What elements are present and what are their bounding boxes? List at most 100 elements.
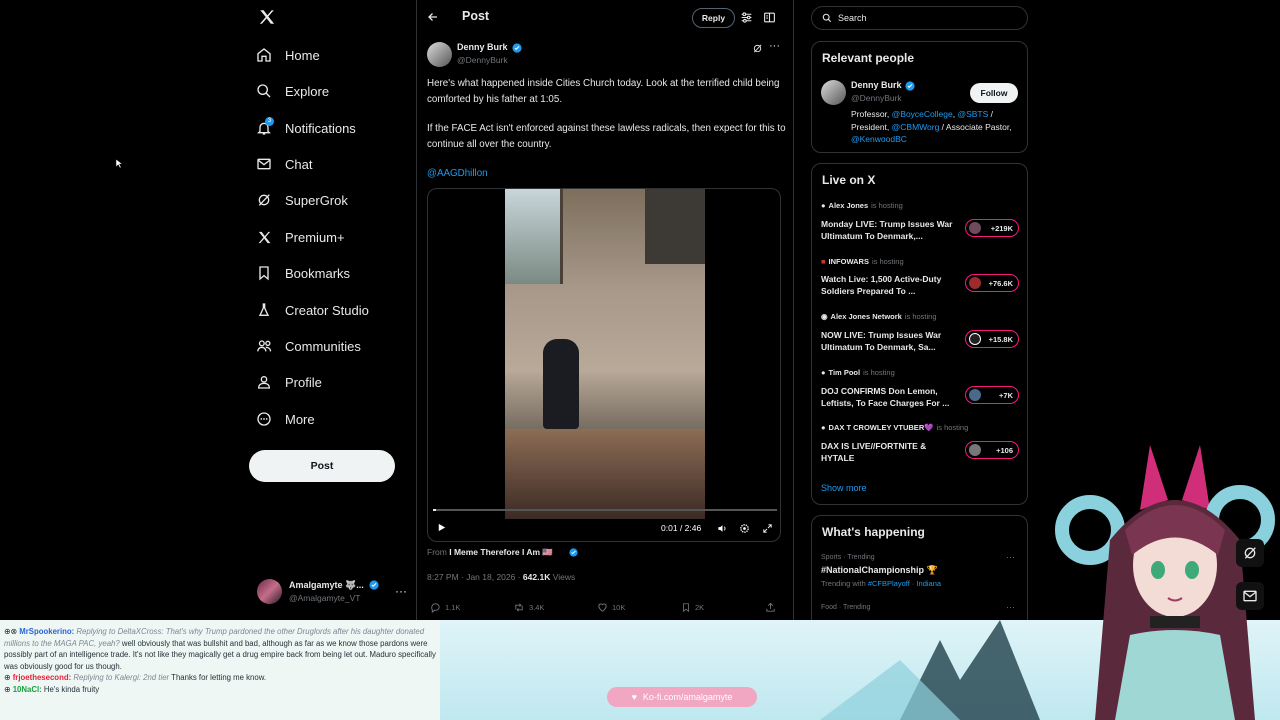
nav-label: SuperGrok: [285, 192, 348, 208]
volume-icon[interactable]: [717, 523, 728, 534]
grok-icon[interactable]: [1236, 539, 1264, 567]
nav-item-communities[interactable]: Communities: [255, 333, 361, 359]
live-title[interactable]: Watch Live: 1,500 Active-Duty Soldiers P…: [821, 273, 961, 297]
reply-action[interactable]: 1.1K: [430, 602, 460, 613]
live-title[interactable]: NOW LIVE: Trump Issues War Ultimatum To …: [821, 329, 961, 353]
settings-icon[interactable]: [739, 523, 750, 534]
listener-count[interactable]: +219K: [965, 219, 1019, 237]
grok-icon[interactable]: [752, 43, 763, 54]
live-host[interactable]: ◉ Alex Jones Network is hosting: [821, 312, 937, 321]
live-title[interactable]: DOJ CONFIRMS Don Lemon, Leftists, To Fac…: [821, 385, 961, 409]
live-host[interactable]: ■ INFOWARS is hosting: [821, 257, 904, 266]
video-progress-fill: [433, 509, 437, 511]
search-box[interactable]: Search: [811, 6, 1028, 30]
nav-label: Communities: [285, 338, 361, 354]
nav-label: Profile: [285, 374, 322, 390]
bookmark-action[interactable]: 2K: [681, 602, 704, 613]
bio-link[interactable]: @BoyceCollege: [892, 109, 953, 119]
count-text: +219K: [990, 223, 1013, 233]
count-text: +76.6K: [988, 278, 1013, 288]
host-name: Tim Pool: [828, 368, 861, 377]
x-logo-icon[interactable]: [258, 8, 276, 26]
share-icon: [766, 602, 775, 612]
trend-link[interactable]: Indiana: [916, 579, 941, 588]
author-avatar[interactable]: [427, 42, 452, 67]
kofi-cup-icon: ♥: [631, 692, 637, 702]
bio-link[interactable]: @CBMWorg: [892, 122, 940, 132]
repost-action[interactable]: 3.4K: [513, 602, 544, 613]
host-avatar: [969, 222, 981, 234]
person-handle[interactable]: @DennyBurk: [851, 93, 902, 103]
fullscreen-icon[interactable]: [762, 523, 773, 534]
chat-reply-context: Replying to Kalergi: 2nd tier: [73, 673, 170, 682]
host-avatar-icon: ◉: [821, 312, 828, 321]
views-label: Views: [550, 572, 576, 582]
vtuber-avatar: [1050, 440, 1280, 720]
account-switcher[interactable]: Amalgamyte 🐺... @Amalgamyte_VT ···: [257, 579, 407, 607]
compose-post-button[interactable]: Post: [249, 450, 395, 482]
source-account[interactable]: I Meme Therefore I Am 🇺🇸: [449, 547, 553, 557]
like-action[interactable]: 10K: [597, 602, 625, 613]
nav-item-chat[interactable]: Chat: [255, 151, 312, 177]
nav-item-supergrok[interactable]: SuperGrok: [255, 187, 348, 213]
host-avatar: [969, 389, 981, 401]
arch: [645, 189, 705, 264]
person-name[interactable]: Denny Burk: [851, 80, 902, 90]
reply-button[interactable]: Reply: [692, 8, 735, 28]
bio-link[interactable]: @KenwoodBC: [851, 134, 907, 144]
more-dots-icon[interactable]: ···: [1006, 602, 1015, 612]
hosting-label: is hosting: [904, 312, 937, 321]
grok-icon: [255, 191, 273, 209]
nav-item-home[interactable]: Home: [255, 42, 320, 68]
filter-icon[interactable]: [740, 11, 754, 25]
show-more-link[interactable]: Show more: [821, 483, 867, 493]
author-name[interactable]: Denny Burk: [457, 42, 508, 52]
nav-item-premium[interactable]: Premium+: [255, 224, 345, 250]
nav-item-profile[interactable]: Profile: [255, 369, 322, 395]
chat-badge-icon: ⊕: [4, 673, 13, 682]
bio-link[interactable]: @SBTS: [957, 109, 988, 119]
mail-icon[interactable]: [1236, 582, 1264, 610]
listener-count[interactable]: +76.6K: [965, 274, 1019, 292]
nav-item-creator-studio[interactable]: Creator Studio: [255, 297, 369, 323]
share-action[interactable]: [765, 602, 776, 613]
flask-icon: [255, 301, 273, 319]
reader-view-icon[interactable]: [763, 11, 777, 25]
avatar[interactable]: [821, 80, 846, 105]
video-progress-track[interactable]: [433, 509, 777, 511]
nav-item-bookmarks[interactable]: Bookmarks: [255, 260, 350, 286]
nav-item-explore[interactable]: Explore: [255, 78, 329, 104]
live-host[interactable]: ● Alex Jones is hosting: [821, 201, 903, 210]
reply-icon: [431, 603, 440, 613]
listener-count[interactable]: +106: [965, 441, 1019, 459]
live-host[interactable]: ● Tim Pool is hosting: [821, 368, 895, 377]
listener-count[interactable]: +7K: [965, 386, 1019, 404]
bio-text: Professor,: [851, 109, 892, 119]
video-player[interactable]: 0:01 / 2:46: [427, 188, 781, 542]
mention-link[interactable]: @AAGDhillon: [427, 166, 787, 182]
follow-button[interactable]: Follow: [970, 83, 1018, 103]
more-dots-icon[interactable]: ···: [395, 584, 407, 598]
more-circle-icon: [255, 410, 273, 428]
live-title[interactable]: Monday LIVE: Trump Issues War Ultimatum …: [821, 218, 961, 242]
trend-name[interactable]: #NationalChampionship 🏆: [821, 565, 938, 576]
more-dots-icon[interactable]: ···: [769, 40, 780, 52]
listener-count[interactable]: +15.8K: [965, 330, 1019, 348]
account-handle: @Amalgamyte_VT: [289, 593, 361, 603]
post-timestamp[interactable]: 8:27 PM · Jan 18, 2026 ·: [427, 572, 523, 582]
back-arrow-icon[interactable]: [427, 11, 441, 25]
play-icon[interactable]: [436, 522, 447, 533]
more-dots-icon[interactable]: ···: [1006, 552, 1015, 562]
nav-item-more[interactable]: More: [255, 406, 315, 432]
author-handle[interactable]: @DennyBurk: [457, 55, 508, 65]
chat-message: ⊕ 10NaCl: He's kinda fruity: [4, 684, 436, 696]
search-input[interactable]: Search: [838, 13, 867, 23]
live-host[interactable]: ● DAX T CROWLEY VTUBER💜 is hosting: [821, 423, 968, 432]
kofi-banner: ♥ Ko-fi.com/amalgamyte: [607, 687, 757, 707]
live-title[interactable]: DAX IS LIVE//FORTNITE & HYTALE: [821, 440, 961, 464]
notification-badge: 3: [265, 117, 274, 126]
trend-link[interactable]: #CFBPlayoff: [868, 579, 910, 588]
like-count: 10K: [612, 603, 626, 612]
chat-badge-icon: ⊕⊗: [4, 627, 20, 636]
people-icon: [255, 337, 273, 355]
